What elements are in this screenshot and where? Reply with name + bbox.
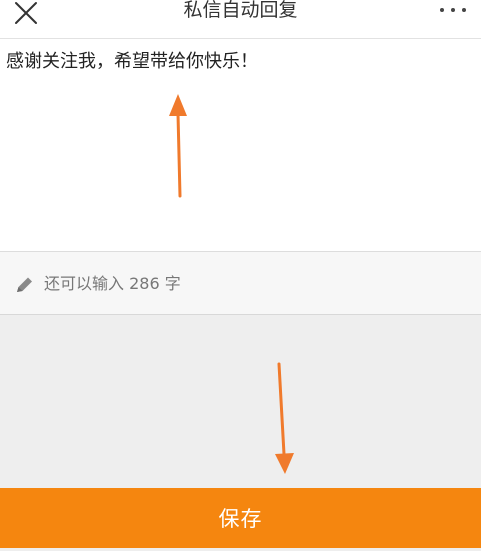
top-bar: 私信自动回复 (0, 0, 481, 39)
arrow-down-icon (275, 362, 294, 474)
more-dot (451, 8, 455, 12)
more-button[interactable] (433, 0, 473, 22)
reply-text-area[interactable]: 感谢关注我，希望带给你快乐！ (0, 39, 481, 252)
page-title: 私信自动回复 (183, 0, 298, 21)
char-counter-count: 286 (129, 274, 160, 293)
more-dots-icon (440, 8, 444, 12)
char-counter: 还可以输入 286 字 (44, 272, 181, 296)
char-counter-bar: 还可以输入 286 字 (0, 252, 481, 315)
more-dot (462, 8, 466, 12)
reply-text[interactable]: 感谢关注我，希望带给你快乐！ (6, 49, 476, 75)
char-counter-prefix: 还可以输入 (44, 274, 125, 293)
save-button[interactable]: 保存 (0, 488, 481, 548)
char-counter-suffix: 字 (164, 274, 181, 293)
arrow-up-icon (169, 94, 187, 198)
pencil-icon (17, 277, 32, 292)
content-background (0, 315, 481, 488)
